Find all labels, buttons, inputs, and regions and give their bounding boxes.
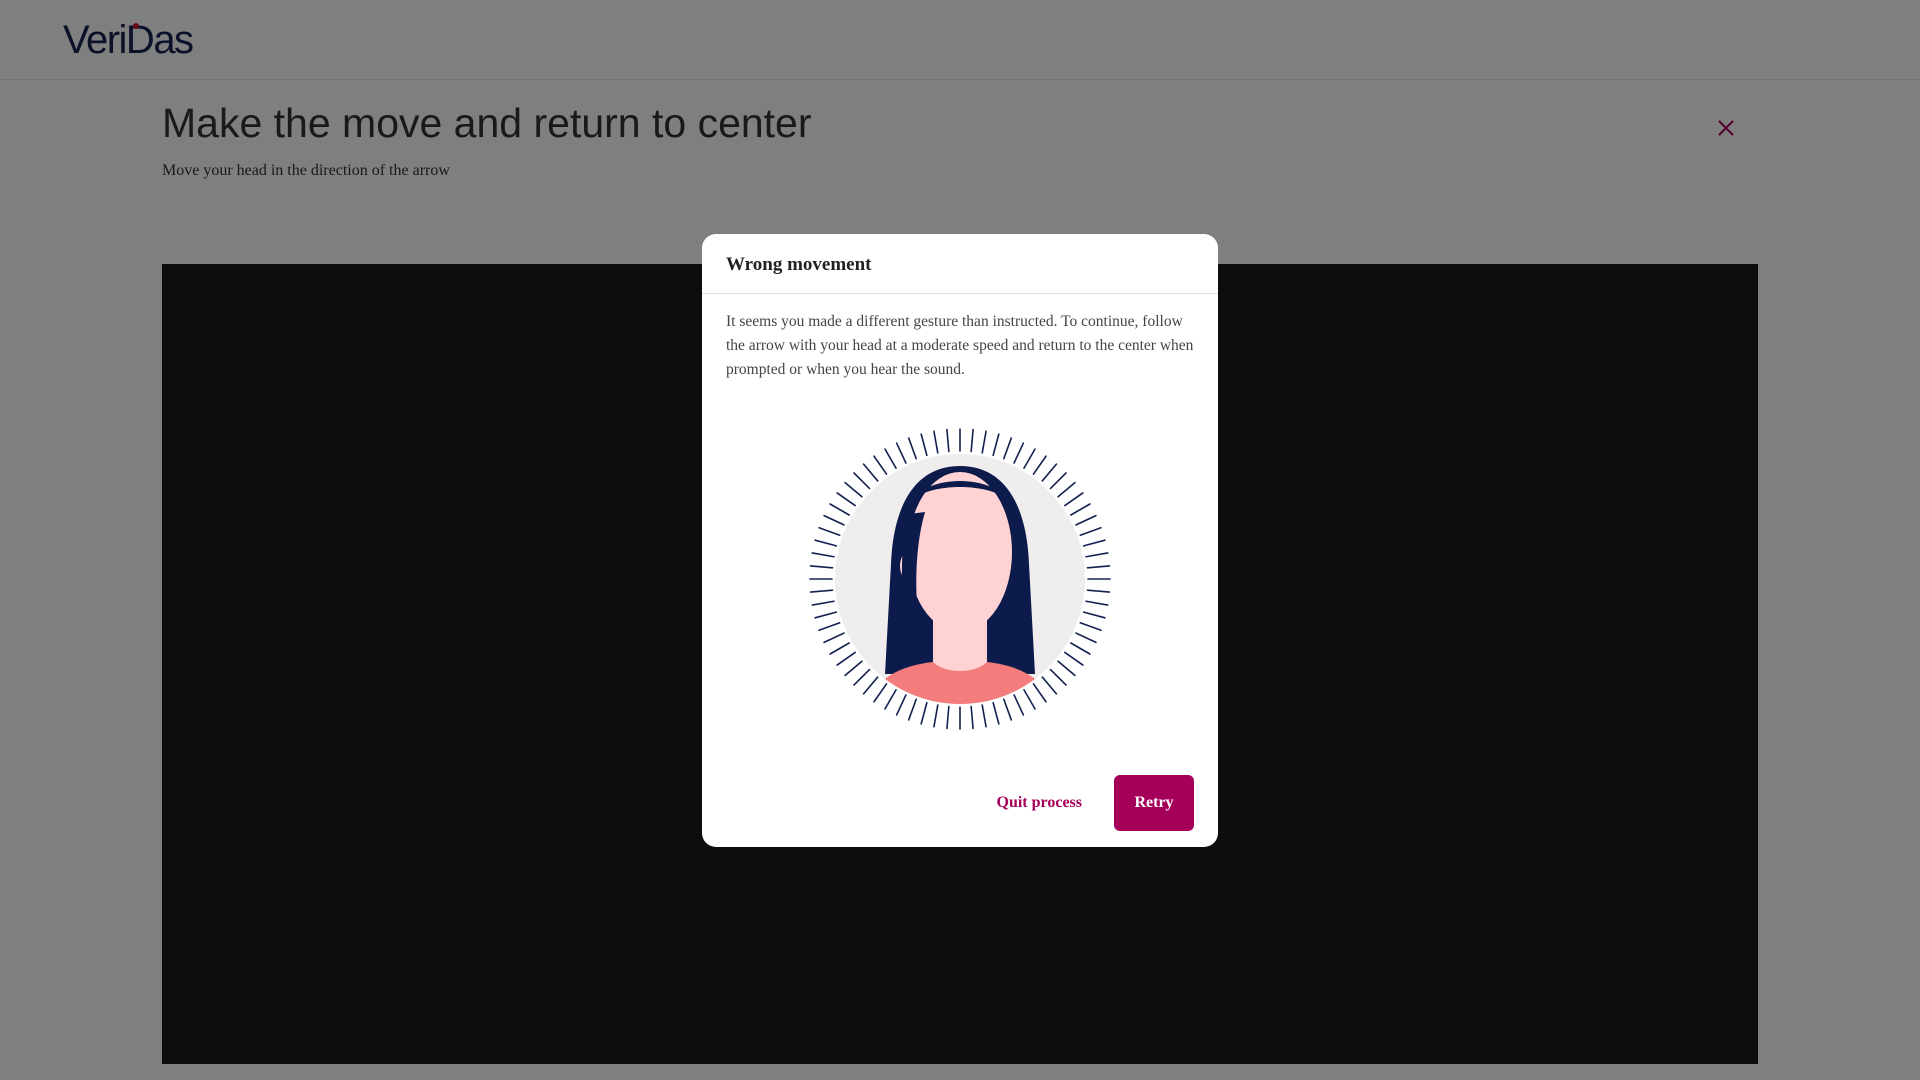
ring-tick — [1049, 668, 1067, 686]
dialog-message: It seems you made a different gesture th… — [726, 313, 1194, 378]
ring-tick — [1041, 463, 1058, 482]
dialog-footer: Quit process Retry — [981, 775, 1194, 831]
ring-tick — [1086, 589, 1111, 593]
ring-tick — [853, 668, 871, 686]
ring-tick — [907, 437, 918, 460]
dialog-title: Wrong movement — [726, 254, 872, 275]
ring-tick — [1002, 437, 1013, 460]
ring-tick — [818, 526, 841, 537]
ring-tick — [829, 642, 850, 655]
ring-tick — [814, 611, 838, 619]
ring-tick — [1041, 676, 1058, 695]
ring-tick — [873, 683, 888, 703]
ring-tick — [1085, 600, 1109, 606]
ring-tick — [992, 701, 1000, 725]
ring-tick — [981, 430, 987, 454]
ring-tick — [1064, 492, 1084, 507]
ring-tick — [829, 503, 850, 516]
ring-tick — [823, 632, 845, 644]
ring-tick — [1079, 526, 1102, 537]
ring-tick — [1049, 472, 1067, 490]
ring-tick — [811, 552, 835, 558]
ring-tick — [1023, 689, 1036, 710]
ring-tick — [1057, 660, 1076, 677]
ring-tick — [836, 651, 856, 666]
ring-tick — [862, 463, 879, 482]
ring-tick — [1002, 698, 1013, 721]
ring-tick — [818, 621, 841, 632]
quit-process-button[interactable]: Quit process — [981, 775, 1098, 831]
ring-tick — [836, 492, 856, 507]
ring-tick — [1032, 683, 1047, 703]
dialog-header: Wrong movement — [702, 234, 1218, 294]
ring-tick — [853, 472, 871, 490]
ring-tick — [1013, 442, 1025, 464]
ring-tick — [1082, 539, 1106, 547]
face — [908, 472, 1012, 632]
ring-tick — [884, 448, 897, 469]
wrong-movement-dialog: Wrong movement It seems you made a diffe… — [702, 234, 1218, 847]
ring-tick — [920, 701, 928, 725]
ring-tick — [920, 433, 928, 457]
ring-tick — [895, 694, 907, 716]
ring-tick — [873, 455, 888, 475]
ring-tick — [862, 676, 879, 695]
ring-tick — [809, 565, 834, 569]
ring-tick — [907, 698, 918, 721]
ring-tick — [814, 539, 838, 547]
ring-tick — [809, 589, 834, 593]
ring-tick — [823, 514, 845, 526]
ring-tick — [992, 433, 1000, 457]
ring-tick — [970, 705, 974, 730]
ring-tick — [1057, 481, 1076, 498]
ring-tick — [1070, 642, 1091, 655]
ring-tick — [1064, 651, 1084, 666]
ring-tick — [981, 704, 987, 728]
retry-button[interactable]: Retry — [1114, 775, 1194, 831]
ring-tick — [895, 442, 907, 464]
ring-tick — [1079, 621, 1102, 632]
ring-tick — [1032, 455, 1047, 475]
ring-tick — [844, 481, 863, 498]
ring-tick — [844, 660, 863, 677]
ring-tick — [1086, 565, 1111, 569]
ring-tick — [884, 689, 897, 710]
ring-tick — [1082, 611, 1106, 619]
ring-tick — [970, 428, 974, 453]
ring-tick — [1085, 552, 1109, 558]
ring-tick — [1075, 632, 1097, 644]
ring-tick — [933, 704, 939, 728]
ring-tick — [1070, 503, 1091, 516]
face-illustration — [809, 428, 1111, 730]
ring-tick — [1075, 514, 1097, 526]
ring-tick — [1023, 448, 1036, 469]
ring-tick — [946, 428, 950, 453]
ring-tick — [946, 705, 950, 730]
ring-tick — [1013, 694, 1025, 716]
ring-tick — [811, 600, 835, 606]
ring-tick — [933, 430, 939, 454]
